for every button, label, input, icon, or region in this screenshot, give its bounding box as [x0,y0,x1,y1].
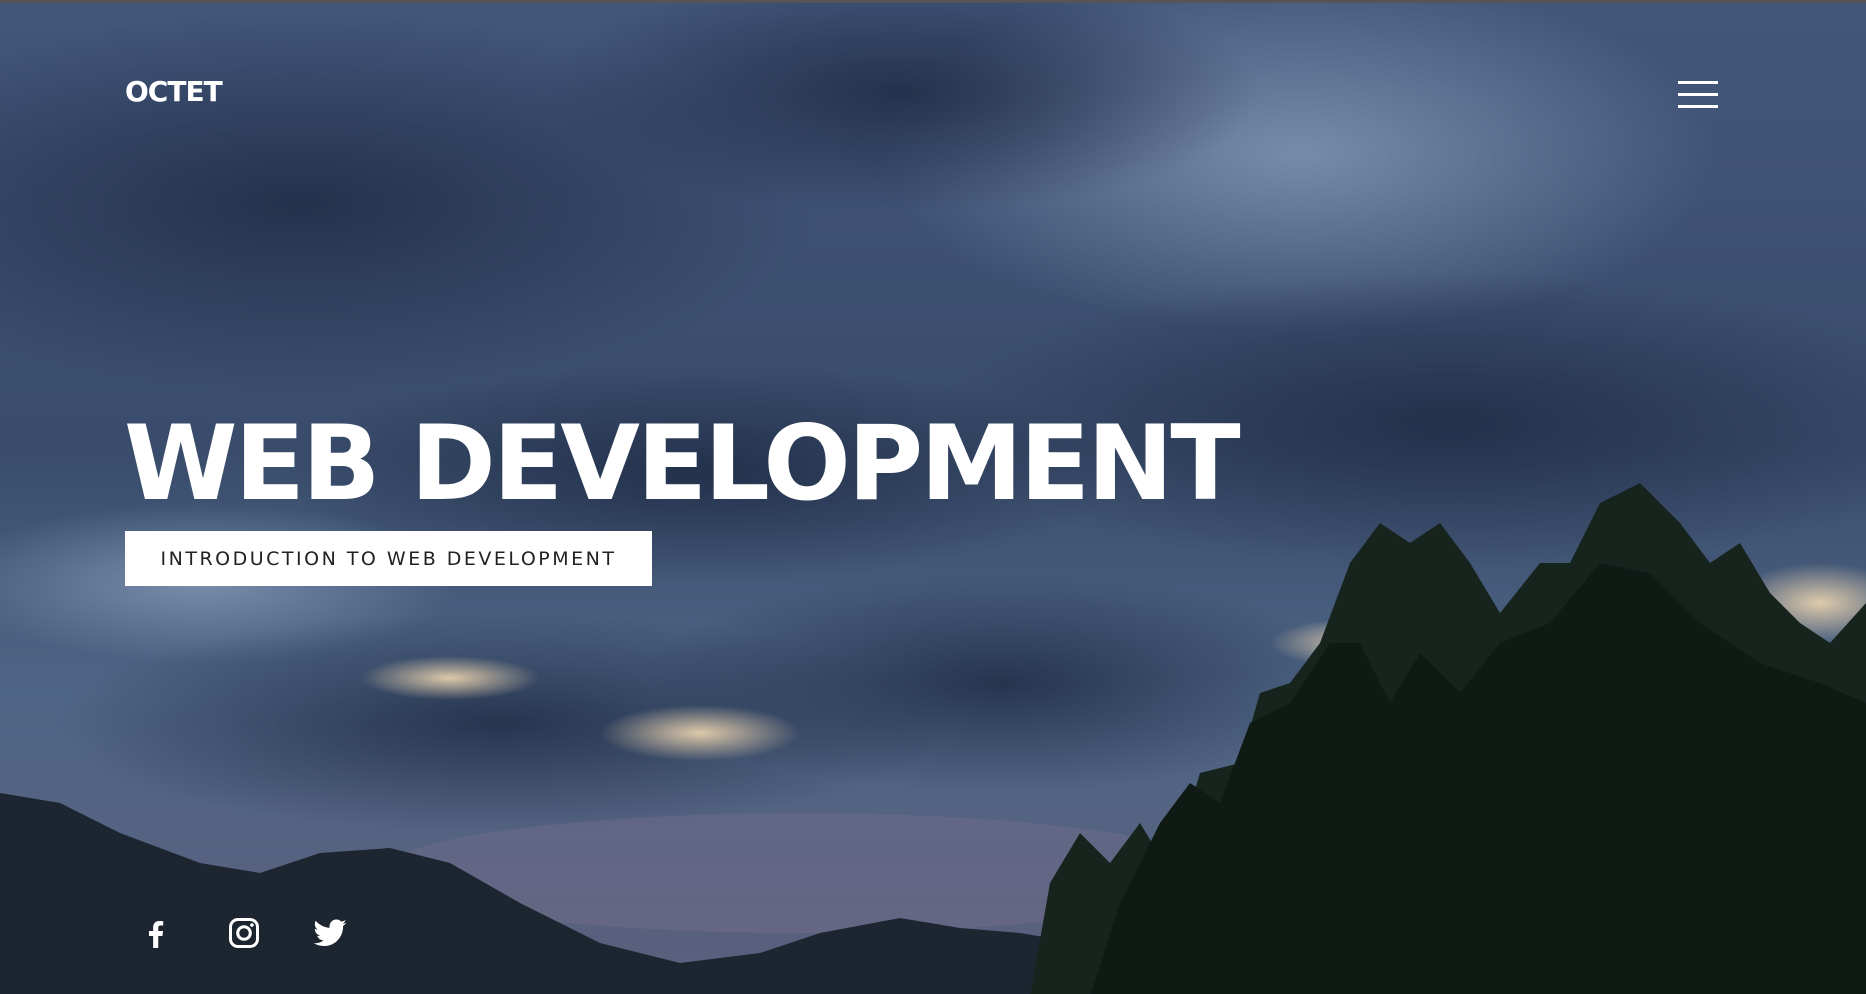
facebook-icon [148,921,164,948]
site-logo[interactable]: OCTET [125,75,223,108]
twitter-icon [313,919,347,947]
hamburger-menu-icon[interactable] [1678,81,1720,111]
twitter-link[interactable] [312,915,352,955]
hero-section: OCTET WEB DEVELOPMENT INTRODUCTION TO WE… [0,0,1866,994]
instagram-icon [229,918,259,948]
instagram-link[interactable] [226,915,266,955]
facebook-link[interactable] [138,915,178,955]
intro-web-development-button[interactable]: INTRODUCTION TO WEB DEVELOPMENT [125,531,652,586]
hero-headline: WEB DEVELOPMENT [124,404,1241,524]
